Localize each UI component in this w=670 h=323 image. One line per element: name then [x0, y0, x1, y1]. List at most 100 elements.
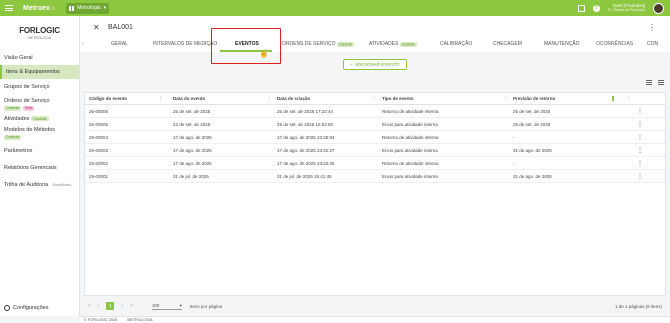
- module-label: METROLOGIA: [127, 318, 153, 322]
- event-date: 17 de ago. de 2025: [173, 161, 212, 166]
- view-controls: [646, 80, 664, 85]
- forlogic-logo: FORLOGIC METROLOGIA: [19, 26, 60, 40]
- chevron-down-icon: ▾: [103, 5, 107, 11]
- table-row[interactable]: 25-00002 17 de ago. de 2025 17 de ago. d…: [85, 157, 665, 170]
- tab-ordens-servico[interactable]: ORDENS DE SERVIÇO Controle: [282, 41, 355, 47]
- table-row[interactable]: 25-00004 17 de ago. de 2025 17 de ago. d…: [85, 131, 665, 144]
- return-forecast: 31 de ago. de 2025: [513, 174, 552, 179]
- table-row[interactable]: 25-00006 25 de set. de 2025 25 de set. d…: [85, 105, 665, 118]
- column-menu-icon[interactable]: ⋮: [503, 96, 508, 102]
- tab-checagem[interactable]: CHECAGEM: [493, 41, 522, 47]
- column-header[interactable]: Código do evento: [89, 96, 127, 101]
- event-code: 25-00001: [89, 174, 109, 179]
- top-bar: Metroex☼ Metrologia ▾ ? Dani [Produtiva]…: [0, 0, 670, 16]
- current-page-button[interactable]: 1: [106, 302, 115, 310]
- row-menu-icon[interactable]: ⋮: [637, 160, 643, 167]
- settings-button[interactable]: Configurações: [4, 305, 48, 311]
- prev-page-icon[interactable]: ‹: [98, 303, 100, 309]
- highlight-box: [211, 28, 281, 64]
- tab-intervalos-medicao[interactable]: INTERVALOS DE MEDIÇÃO: [153, 41, 217, 47]
- page-header: ✕ BAL001 ⋮ ‹ GERAL INTERVALOS DE MEDIÇÃO…: [80, 16, 670, 52]
- user-role: FL Gestão de Produção: [607, 8, 645, 12]
- simplificado-badge: Simplificado: [52, 182, 72, 187]
- creation-date: 17 de ago. de 2025 23:22:25: [277, 161, 335, 166]
- sidebar-item-atividades[interactable]: Atividades Controle: [0, 113, 79, 124]
- return-forecast: 25 de set. de 2025: [513, 109, 551, 114]
- more-options-icon[interactable]: ⋮: [648, 23, 656, 32]
- sidebar-item-trilha-auditoria[interactable]: Trilha de Auditoria Simplificado: [0, 176, 79, 193]
- row-menu-icon[interactable]: ⋮: [637, 134, 643, 141]
- next-page-icon[interactable]: ›: [121, 303, 123, 309]
- tab-calibracao[interactable]: CALIBRAÇÃO: [440, 41, 472, 47]
- footer: © FORLOGIC 2025 METROLOGIA: [80, 316, 670, 323]
- list-view-icon[interactable]: [646, 80, 652, 85]
- column-menu-icon[interactable]: ⋮: [158, 96, 163, 102]
- table-header: Código do evento ⋮ Data do evento ⋮ Data…: [85, 93, 665, 105]
- beta-badge: Beta: [23, 105, 35, 111]
- event-date: 17 de ago. de 2025: [173, 135, 212, 140]
- sidebar-item-itens-equipamentos[interactable]: Itens & Equipamentos: [0, 65, 79, 79]
- column-picker-icon[interactable]: [612, 96, 614, 101]
- column-menu-icon[interactable]: ⋮: [626, 96, 631, 102]
- apps-grid-icon: [69, 5, 75, 11]
- event-code: 25-00005: [89, 122, 109, 127]
- column-menu-icon[interactable]: ⋮: [372, 96, 377, 102]
- close-icon[interactable]: ✕: [93, 23, 100, 32]
- column-header[interactable]: Tipo de evento: [382, 96, 414, 101]
- last-page-icon[interactable]: »: [130, 303, 133, 309]
- creation-date: 25 de set. de 2025 15:52:50: [277, 122, 334, 127]
- column-header[interactable]: Data do evento: [173, 96, 205, 101]
- column-header[interactable]: Previsão de retorno: [513, 96, 555, 101]
- row-menu-icon[interactable]: ⋮: [637, 147, 643, 154]
- tab-ocorrencias[interactable]: OCORRÊNCIAS: [596, 41, 633, 47]
- row-menu-icon[interactable]: ⋮: [637, 173, 643, 180]
- avatar[interactable]: [653, 2, 664, 14]
- first-page-icon[interactable]: «: [88, 303, 91, 309]
- tab-manutencao[interactable]: MANUTENÇÃO: [544, 41, 580, 47]
- return-forecast: 25 de set. de 2025: [513, 122, 551, 127]
- event-type: Envio para atividade interna: [382, 122, 438, 127]
- columns-view-icon[interactable]: [658, 80, 664, 85]
- event-type: Retorno de atividade interna: [382, 109, 439, 114]
- creation-date: 17 de ago. de 2025 23:25:04: [277, 135, 335, 140]
- controle-badge: Controle: [4, 134, 22, 140]
- edit-icon[interactable]: [577, 4, 585, 12]
- sidebar-item-grupos-servico[interactable]: Grupos de Serviço: [0, 79, 79, 95]
- sidebar-item-relatorios[interactable]: Relatórios Gerenciais: [0, 159, 79, 176]
- event-date: 17 de ago. de 2025: [173, 148, 212, 153]
- sidebar-item-visao-geral[interactable]: Visão Geral: [0, 50, 79, 65]
- event-code: 25-00004: [89, 135, 109, 140]
- sidebar-item-ordens-servico[interactable]: Ordens de Serviço Controle Beta: [0, 95, 79, 113]
- controle-badge: Controle: [399, 41, 417, 47]
- row-menu-icon[interactable]: ⋮: [637, 108, 643, 115]
- page-info: 1 de 1 páginas (6 itens): [614, 303, 662, 309]
- app-selector-label: Metrologia: [77, 5, 101, 11]
- tab-geral[interactable]: GERAL: [111, 41, 128, 47]
- creation-date: 25 de set. de 2025 17:22:44: [277, 109, 334, 114]
- hamburger-menu-icon[interactable]: [5, 0, 19, 16]
- table-row[interactable]: 25-00005 22 de set. de 2025 25 de set. d…: [85, 118, 665, 131]
- controle-badge: Controle: [336, 41, 355, 47]
- add-event-button[interactable]: + ADICIONAR EVENTO: [343, 59, 407, 70]
- event-code: 25-00002: [89, 161, 109, 166]
- tab-atividades[interactable]: ATIVIDADES Controle: [369, 41, 417, 47]
- tab-bar: ‹ GERAL INTERVALOS DE MEDIÇÃO EVENTOS OR…: [80, 38, 670, 52]
- help-icon[interactable]: ?: [592, 4, 600, 12]
- user-info[interactable]: Dani [Produtiva] FL Gestão de Produção: [608, 3, 645, 13]
- row-menu-icon[interactable]: ⋮: [637, 121, 643, 128]
- column-header[interactable]: Data de criação: [277, 96, 310, 101]
- brand-logo: Metroex☼: [23, 4, 57, 12]
- column-menu-icon[interactable]: ⋮: [267, 96, 272, 102]
- controle-badge: Controle: [31, 116, 49, 121]
- return-forecast: 31 de ago. de 2025: [513, 148, 552, 153]
- app-selector[interactable]: Metrologia ▾: [66, 2, 110, 14]
- page-size-select[interactable]: 100 ▾: [151, 302, 182, 310]
- chevron-left-icon[interactable]: ‹: [82, 41, 84, 47]
- creation-date: 31 de jul. de 2025 15:41:45: [277, 174, 332, 179]
- sidebar-item-modelos-metodos[interactable]: Modelos de Métodos Controle: [0, 124, 79, 142]
- table-row[interactable]: 25-00003 17 de ago. de 2025 17 de ago. d…: [85, 144, 665, 157]
- sidebar-item-parametros[interactable]: Parâmetros: [0, 142, 79, 159]
- table-row[interactable]: 25-00001 31 de jul. de 2025 31 de jul. d…: [85, 170, 665, 183]
- chevron-down-icon: ▾: [179, 302, 182, 308]
- tab-con[interactable]: CON: [647, 41, 658, 47]
